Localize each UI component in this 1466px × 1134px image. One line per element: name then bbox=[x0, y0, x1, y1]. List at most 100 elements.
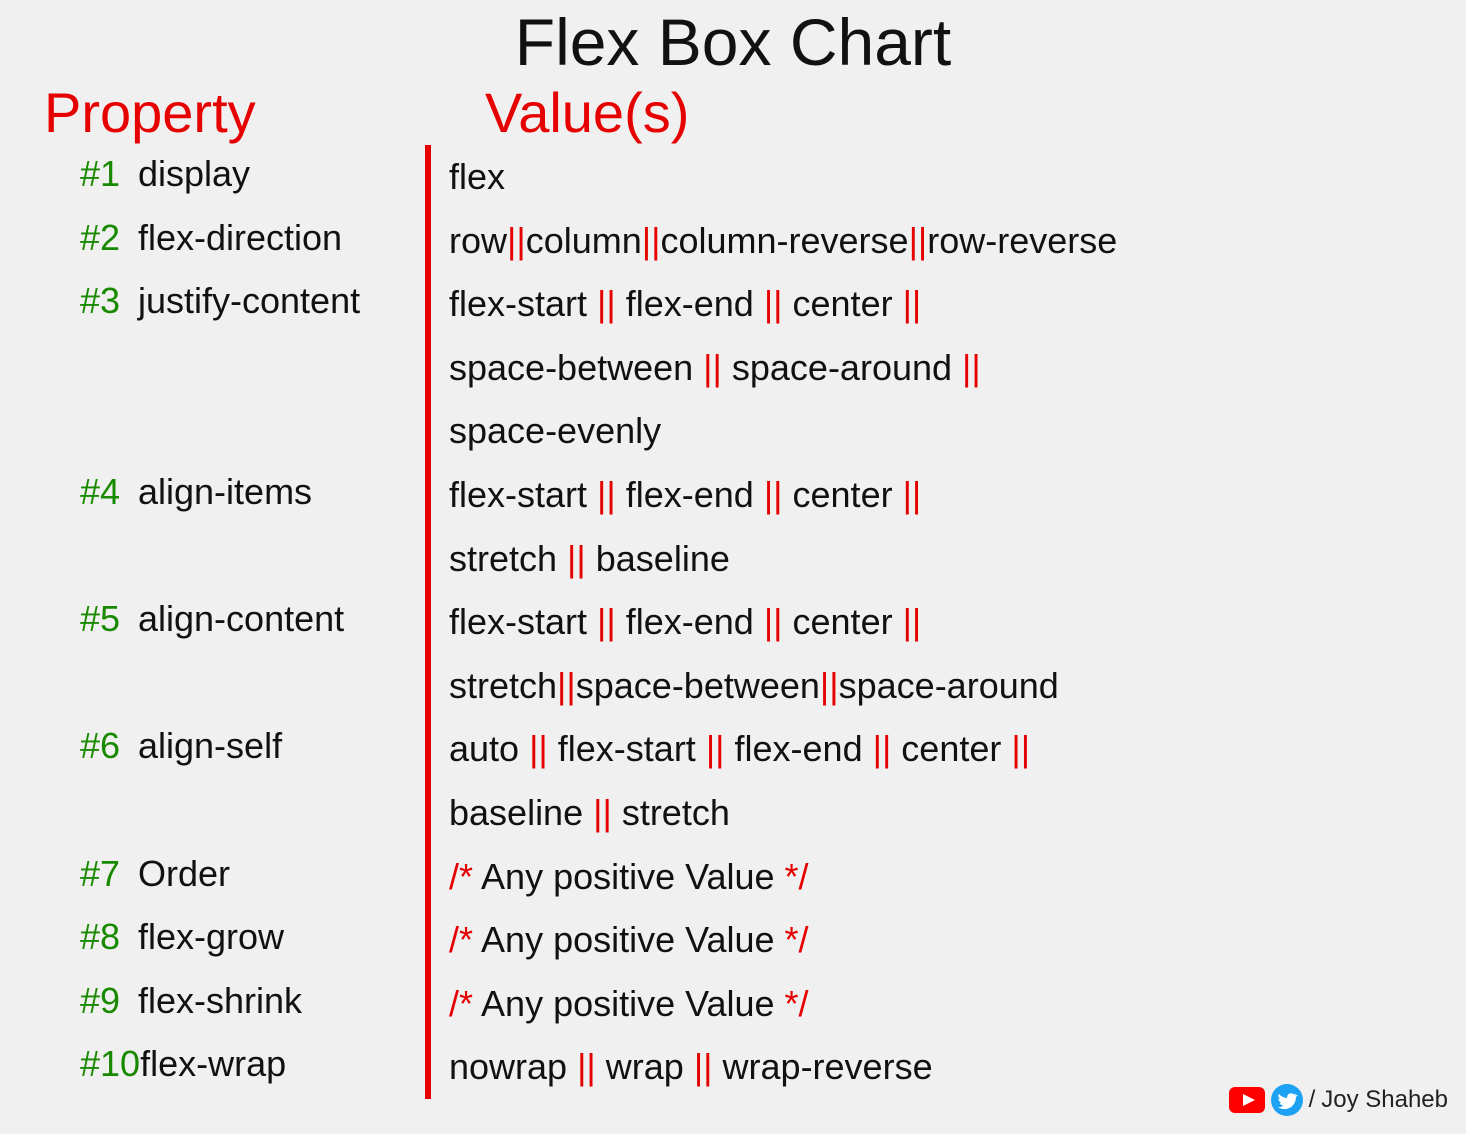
separator: || bbox=[642, 220, 661, 261]
value-cell: flex-start || flex-end || center ||stret… bbox=[431, 463, 1426, 590]
value-text: nowrap bbox=[449, 1046, 577, 1087]
separator: || bbox=[909, 220, 928, 261]
row-number: #4 bbox=[80, 463, 138, 521]
separator: || bbox=[694, 1046, 713, 1087]
value-cell: flex-start || flex-end || center || stret… bbox=[431, 590, 1426, 717]
row-number: #6 bbox=[80, 717, 138, 775]
table-row: #6align-self auto || flex-start || flex-e… bbox=[40, 717, 1426, 844]
separator: || bbox=[567, 538, 586, 579]
value-text: row bbox=[449, 220, 507, 261]
value-text: column-reverse bbox=[660, 220, 908, 261]
table-row: #1display flex bbox=[40, 145, 1426, 209]
separator: || bbox=[1011, 728, 1030, 769]
value-text: flex-start bbox=[548, 728, 706, 769]
value-line: row||column||column-reverse||row-reverse bbox=[449, 209, 1426, 273]
value-text: flex-end bbox=[616, 474, 764, 515]
separator: || bbox=[593, 792, 612, 833]
value-line: /* Any positive Value */ bbox=[449, 845, 1426, 909]
separator: || bbox=[706, 728, 725, 769]
value-text: auto bbox=[449, 728, 529, 769]
property-cell: #9flex-shrink bbox=[40, 972, 425, 1030]
value-text: Any positive Value bbox=[473, 919, 785, 960]
credit: / Joy Shaheb bbox=[1229, 1084, 1448, 1116]
value-text: space-around bbox=[839, 665, 1059, 706]
value-text: space-between bbox=[449, 347, 703, 388]
page-title: Flex Box Chart bbox=[0, 0, 1466, 80]
separator: */ bbox=[785, 919, 809, 960]
value-line: stretch||space-between||space-around bbox=[449, 654, 1426, 718]
value-text: space-between bbox=[576, 665, 820, 706]
row-number: #9 bbox=[80, 972, 138, 1030]
property-cell: #4align-items bbox=[40, 463, 425, 521]
separator: */ bbox=[785, 983, 809, 1024]
table-row: #3justify-contentflex-start || flex-end … bbox=[40, 272, 1426, 463]
value-line: space-between || space-around || bbox=[449, 336, 1426, 400]
header-property: Property bbox=[40, 80, 425, 145]
separator: || bbox=[903, 283, 922, 324]
separator: */ bbox=[785, 856, 809, 897]
separator: || bbox=[820, 665, 839, 706]
value-text: flex-start bbox=[449, 601, 597, 642]
separator: || bbox=[597, 283, 616, 324]
property-cell: #3justify-content bbox=[40, 272, 425, 330]
value-text: column bbox=[526, 220, 642, 261]
value-line: flex bbox=[449, 145, 1426, 209]
property-name: flex-grow bbox=[138, 908, 284, 966]
separator: || bbox=[577, 1046, 596, 1087]
property-cell: #7Order bbox=[40, 845, 425, 903]
value-line: flex-start || flex-end || center || bbox=[449, 590, 1426, 654]
value-text: stretch bbox=[612, 792, 730, 833]
property-name: align-items bbox=[138, 463, 312, 521]
property-name: flex-shrink bbox=[138, 972, 302, 1030]
value-cell: flex bbox=[431, 145, 1426, 209]
youtube-icon bbox=[1229, 1087, 1265, 1113]
twitter-icon bbox=[1271, 1084, 1303, 1116]
separator: || bbox=[529, 728, 548, 769]
separator: /* bbox=[449, 983, 473, 1024]
separator: || bbox=[764, 474, 783, 515]
separator: || bbox=[903, 474, 922, 515]
value-text: center bbox=[783, 474, 903, 515]
value-text: center bbox=[783, 283, 903, 324]
value-line: space-evenly bbox=[449, 399, 1426, 463]
value-text: stretch bbox=[449, 665, 557, 706]
separator: || bbox=[597, 474, 616, 515]
separator: || bbox=[703, 347, 722, 388]
value-text: wrap-reverse bbox=[713, 1046, 933, 1087]
value-text: Any positive Value bbox=[473, 983, 785, 1024]
property-name: align-self bbox=[138, 717, 282, 775]
property-cell: #5align-content bbox=[40, 590, 425, 648]
table-row: #10flex-wrapnowrap || wrap || wrap-rever… bbox=[40, 1035, 1426, 1099]
value-line: flex-start || flex-end || center || bbox=[449, 463, 1426, 527]
table-body: #1displayflex#2flex-directionrow||column… bbox=[0, 145, 1466, 1099]
value-text: stretch bbox=[449, 538, 567, 579]
value-line: auto || flex-start || flex-end || center… bbox=[449, 717, 1426, 781]
separator: || bbox=[903, 601, 922, 642]
value-text: wrap bbox=[596, 1046, 694, 1087]
value-cell: auto || flex-start || flex-end || center… bbox=[431, 717, 1426, 844]
separator: /* bbox=[449, 856, 473, 897]
row-number: #1 bbox=[80, 145, 138, 203]
property-name: flex-wrap bbox=[140, 1035, 286, 1093]
property-name: display bbox=[138, 145, 250, 203]
value-text: flex-end bbox=[616, 283, 764, 324]
property-cell: #1display bbox=[40, 145, 425, 203]
value-text: space-evenly bbox=[449, 410, 661, 451]
property-name: flex-direction bbox=[138, 209, 342, 267]
value-text: baseline bbox=[449, 792, 593, 833]
value-text: center bbox=[891, 728, 1011, 769]
table-row: #8flex-grow/* Any positive Value */ bbox=[40, 908, 1426, 972]
header-value: Value(s) bbox=[425, 80, 1426, 145]
property-cell: #2flex-direction bbox=[40, 209, 425, 267]
value-line: baseline || stretch bbox=[449, 781, 1426, 845]
separator: || bbox=[764, 601, 783, 642]
row-number: #8 bbox=[80, 908, 138, 966]
value-text: flex-end bbox=[725, 728, 873, 769]
property-name: align-content bbox=[138, 590, 344, 648]
value-cell: flex-start || flex-end || center ||space… bbox=[431, 272, 1426, 463]
separator: || bbox=[873, 728, 892, 769]
value-text: flex-start bbox=[449, 474, 597, 515]
column-headers: Property Value(s) bbox=[0, 80, 1466, 145]
row-number: #2 bbox=[80, 209, 138, 267]
value-text: Any positive Value bbox=[473, 856, 785, 897]
